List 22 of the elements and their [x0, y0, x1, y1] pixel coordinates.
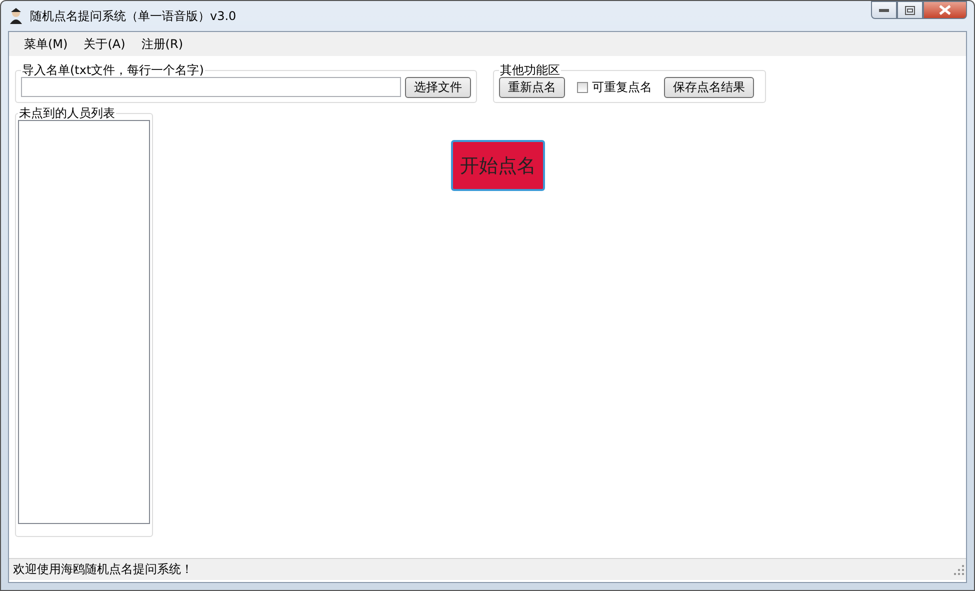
resize-grip-icon[interactable]: [954, 564, 964, 574]
menu-item[interactable]: 注册(R): [133, 34, 191, 54]
checkbox-label: 可重复点名: [592, 79, 652, 96]
close-icon: [939, 5, 951, 15]
checkbox[interactable]: [577, 82, 588, 93]
group-title: 未点到的人员列表: [18, 107, 116, 120]
minimize-button[interactable]: [871, 1, 897, 19]
reset-button[interactable]: 重新点名: [499, 77, 565, 98]
maximize-icon: [905, 6, 915, 14]
file-path-field[interactable]: [21, 77, 401, 97]
menu-item[interactable]: 关于(A): [76, 34, 134, 54]
maximize-button[interactable]: [897, 1, 923, 19]
status-text: 欢迎使用海鸥随机点名提问系统！: [13, 561, 193, 578]
menu-item[interactable]: 菜单(M): [16, 34, 76, 54]
choose-file-button[interactable]: 选择文件: [405, 77, 471, 98]
group-title: 导入名单(txt文件，每行一个名字): [21, 64, 205, 77]
save-button[interactable]: 保存点名结果: [664, 77, 754, 98]
minimize-icon: [879, 8, 889, 12]
group-title: 其他功能区: [499, 64, 561, 77]
close-button[interactable]: [923, 1, 967, 19]
window-title: 随机点名提问系统（单一语音版）v3.0: [30, 8, 236, 24]
app-icon: [8, 7, 24, 25]
